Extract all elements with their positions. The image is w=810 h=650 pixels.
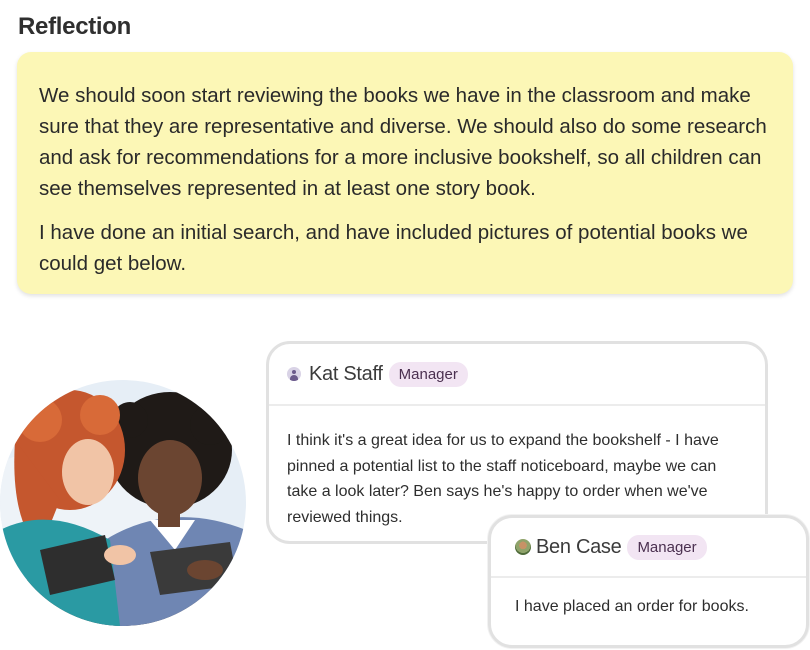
illustration-two-people-with-tablets xyxy=(0,380,246,626)
comment-text: I have placed an order for books. xyxy=(515,598,749,615)
comment-header: Kat Staff Manager xyxy=(269,344,765,406)
reflection-paragraph-2: I have done an initial search, and have … xyxy=(39,221,748,275)
comment-card: Ben Case Manager I have placed an order … xyxy=(488,515,809,648)
reflection-paragraph-1: We should soon start reviewing the books… xyxy=(39,84,767,200)
user-icon xyxy=(287,367,301,381)
comment-text: I think it's a great idea for us to expa… xyxy=(287,432,719,526)
section-heading: Reflection xyxy=(18,13,132,40)
role-badge: Manager xyxy=(388,361,468,387)
comment-author: Kat Staff xyxy=(309,362,383,385)
comment-author: Ben Case xyxy=(536,535,622,558)
avatar xyxy=(515,539,531,555)
role-badge: Manager xyxy=(627,534,707,560)
comment-header: Ben Case Manager xyxy=(491,518,806,578)
comment-card: Kat Staff Manager I think it's a great i… xyxy=(266,341,768,544)
reflection-note: We should soon start reviewing the books… xyxy=(17,52,793,294)
